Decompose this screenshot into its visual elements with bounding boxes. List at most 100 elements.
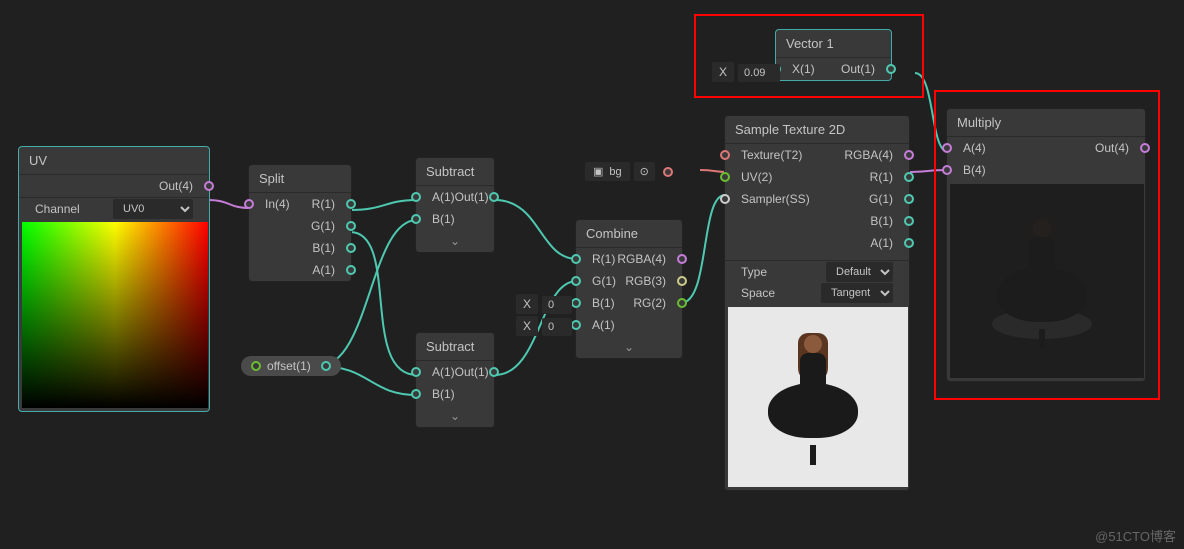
output-port[interactable] [904,238,914,248]
port-label: Sampler(SS) [741,192,810,206]
port-label: Texture(T2) [741,148,802,162]
port-label: RGB(3) [625,274,666,288]
property-label: Channel [35,202,80,216]
output-port[interactable] [904,172,914,182]
port-label: A(1) [592,318,615,332]
input-port[interactable] [411,367,421,377]
output-port[interactable] [886,64,896,74]
node-title: Multiply [947,109,1145,137]
chevron-down-icon[interactable]: ⌄ [576,336,682,358]
input-port[interactable] [720,194,730,204]
port-label: G(1) [592,274,616,288]
property-label: Space [741,286,775,300]
port-label: B(1) [592,296,615,310]
channel-dropdown[interactable]: UV0 [113,199,193,219]
texture-preview [728,307,908,487]
port-label: X(1) [792,62,815,76]
output-port[interactable] [1140,143,1150,153]
output-port[interactable] [677,298,687,308]
port-label: B(4) [963,163,986,177]
input-port[interactable] [244,199,254,209]
port-label: A(1) [312,263,335,277]
type-dropdown[interactable]: Default [826,262,893,282]
uv-preview [22,222,208,408]
output-port[interactable] [346,265,356,275]
port-label: UV(2) [741,170,772,184]
input-port[interactable] [720,172,730,182]
output-port[interactable] [677,254,687,264]
offset-property[interactable]: offset(1) [241,356,341,376]
x-input-group: X [712,64,780,82]
output-port[interactable] [677,276,687,286]
output-port[interactable] [904,194,914,204]
node-title: Subtract [416,158,494,186]
input-label: X [516,294,538,314]
port-label: B(1) [432,387,455,401]
subtract-node[interactable]: Subtract A(1) Out(1) B(1) ⌄ [415,332,495,428]
port-label: B(1) [870,214,893,228]
port-label: B(1) [312,241,335,255]
texture-object-field[interactable]: ▣bg ⊙ [585,162,673,181]
port-label: A(1) [432,190,455,204]
input-port[interactable] [571,320,581,330]
vector1-node[interactable]: Vector 1 X(1) Out(1) [775,29,892,81]
port-label: R(1) [870,170,893,184]
port-label: A(4) [963,141,986,155]
input-label: X [516,316,538,336]
output-port[interactable] [346,243,356,253]
space-dropdown[interactable]: Tangent [821,283,893,303]
combine-node[interactable]: Combine R(1) RGBA(4) G(1) RGB(3) B(1) RG… [575,219,683,359]
property-indicator [251,361,261,371]
node-title: UV [19,147,209,175]
node-title: Subtract [416,333,494,361]
port-label: G(1) [869,192,893,206]
chevron-down-icon[interactable]: ⌄ [416,230,494,252]
input-port[interactable] [411,389,421,399]
port-label: A(1) [432,365,455,379]
input-port[interactable] [571,276,581,286]
input-port[interactable] [571,298,581,308]
output-port[interactable] [346,199,356,209]
value-input[interactable] [542,318,572,336]
node-title: Combine [576,220,682,248]
input-port[interactable] [720,150,730,160]
output-port[interactable] [321,361,331,371]
port-label: A(1) [870,236,893,250]
output-port[interactable] [904,216,914,226]
chevron-down-icon[interactable]: ⌄ [416,405,494,427]
port-label: Out(1) [455,365,489,379]
port-label: G(1) [311,219,335,233]
node-title: Vector 1 [776,30,891,58]
port-label: RGBA(4) [844,148,893,162]
input-port[interactable] [571,254,581,264]
output-port[interactable] [489,192,499,202]
port-label: RG(2) [633,296,666,310]
output-port[interactable] [904,150,914,160]
port-label: R(1) [592,252,615,266]
value-input[interactable] [542,296,572,314]
input-port[interactable] [942,165,952,175]
object-picker-icon[interactable]: ⊙ [634,162,655,181]
watermark: @51CTO博客 [1095,526,1176,545]
output-port[interactable] [663,167,673,177]
input-port[interactable] [411,214,421,224]
port-label: RGBA(4) [617,252,666,266]
output-port[interactable] [489,367,499,377]
port-label: Out(1) [455,190,489,204]
port-label: In(4) [265,197,290,211]
output-port[interactable] [204,181,214,191]
input-port[interactable] [942,143,952,153]
input-port[interactable] [411,192,421,202]
subtract-node[interactable]: Subtract A(1) Out(1) B(1) ⌄ [415,157,495,253]
port-label: Out(4) [1095,141,1129,155]
output-port[interactable] [346,221,356,231]
x-input-group: X [516,318,572,336]
multiply-node[interactable]: Multiply A(4) Out(4) B(4) [946,108,1146,382]
split-node[interactable]: Split In(4) R(1) G(1) B(1) A(1) [248,164,352,282]
uv-node[interactable]: UV Out(4) Channel UV0 [18,146,210,412]
port-label: Out(4) [159,179,193,193]
sample-texture-2d-node[interactable]: Sample Texture 2D Texture(T2) RGBA(4) UV… [724,115,910,491]
value-input[interactable] [738,64,780,82]
image-icon: ▣ [593,165,603,178]
property-label: Type [741,265,767,279]
